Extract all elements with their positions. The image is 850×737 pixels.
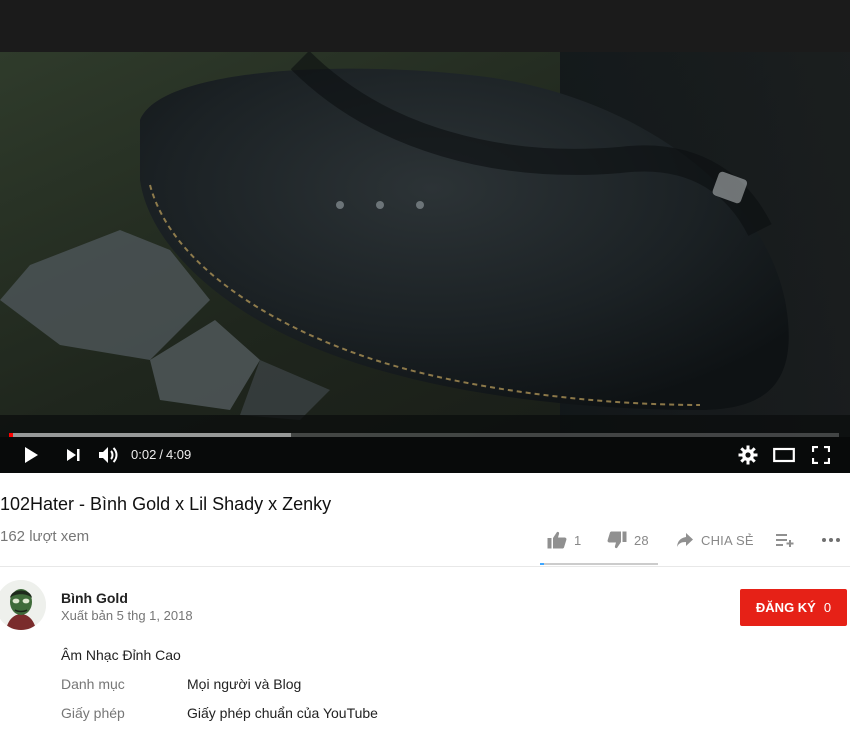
more-icon bbox=[822, 538, 840, 542]
video-description: Âm Nhạc Đỉnh Cao bbox=[61, 647, 181, 663]
subscribe-button[interactable]: ĐĂNG KÝ 0 bbox=[740, 589, 847, 626]
sentiment-likes bbox=[540, 563, 544, 565]
share-label: CHIA SẺ bbox=[701, 532, 754, 548]
add-to-playlist-icon bbox=[776, 534, 794, 547]
settings-icon bbox=[738, 445, 758, 465]
video-actions: 1 28 CHIA SẺ bbox=[0, 528, 850, 552]
next-button[interactable] bbox=[60, 443, 86, 467]
license-label: Giấy phép bbox=[61, 705, 125, 721]
dislike-count: 28 bbox=[634, 532, 649, 548]
thumbs-down-icon bbox=[607, 531, 627, 549]
share-icon bbox=[677, 533, 693, 547]
video-title: 102Hater - Bình Gold x Lil Shady x Zenky bbox=[0, 494, 332, 514]
volume-button[interactable] bbox=[95, 443, 121, 467]
share-button[interactable]: CHIA SẺ bbox=[676, 528, 754, 552]
publish-date: Xuất bản 5 thg 1, 2018 bbox=[61, 608, 193, 623]
volume-icon bbox=[99, 447, 118, 463]
fullscreen-icon bbox=[812, 446, 830, 464]
next-icon bbox=[67, 449, 80, 461]
like-count: 1 bbox=[574, 532, 582, 548]
time-separator: / bbox=[159, 447, 163, 462]
play-button[interactable] bbox=[18, 443, 44, 467]
duration: 4:09 bbox=[165, 447, 192, 462]
theater-mode-icon bbox=[773, 447, 795, 463]
channel-avatar-image bbox=[0, 580, 46, 630]
current-time: 0:02 bbox=[131, 447, 157, 462]
add-to-playlist-button[interactable] bbox=[776, 528, 794, 552]
more-actions-button[interactable] bbox=[821, 528, 841, 552]
thumbs-up-icon bbox=[547, 531, 567, 549]
channel-name[interactable]: Bình Gold bbox=[61, 590, 128, 606]
category-label: Danh mục bbox=[61, 676, 125, 692]
theater-mode-button[interactable] bbox=[771, 443, 797, 467]
license-value[interactable]: Giấy phép chuẩn của YouTube bbox=[187, 705, 378, 721]
sentiment-bar bbox=[540, 563, 658, 565]
subscribe-label: ĐĂNG KÝ bbox=[755, 600, 816, 615]
settings-button[interactable] bbox=[735, 443, 761, 467]
video-frame[interactable] bbox=[0, 0, 850, 473]
player-top-bar bbox=[0, 0, 850, 52]
subscriber-count: 0 bbox=[823, 600, 832, 615]
player-controls: 0:02/4:09 bbox=[0, 437, 850, 473]
video-player[interactable]: 0:02/4:09 bbox=[0, 0, 850, 473]
fullscreen-button[interactable] bbox=[808, 443, 834, 467]
time-display: 0:02/4:09 bbox=[131, 447, 191, 462]
category-value[interactable]: Mọi người và Blog bbox=[187, 676, 301, 692]
divider bbox=[0, 566, 850, 567]
play-icon bbox=[25, 447, 38, 463]
avatar[interactable] bbox=[0, 580, 46, 630]
dislike-button[interactable]: 28 bbox=[607, 528, 649, 552]
like-button[interactable]: 1 bbox=[547, 528, 581, 552]
